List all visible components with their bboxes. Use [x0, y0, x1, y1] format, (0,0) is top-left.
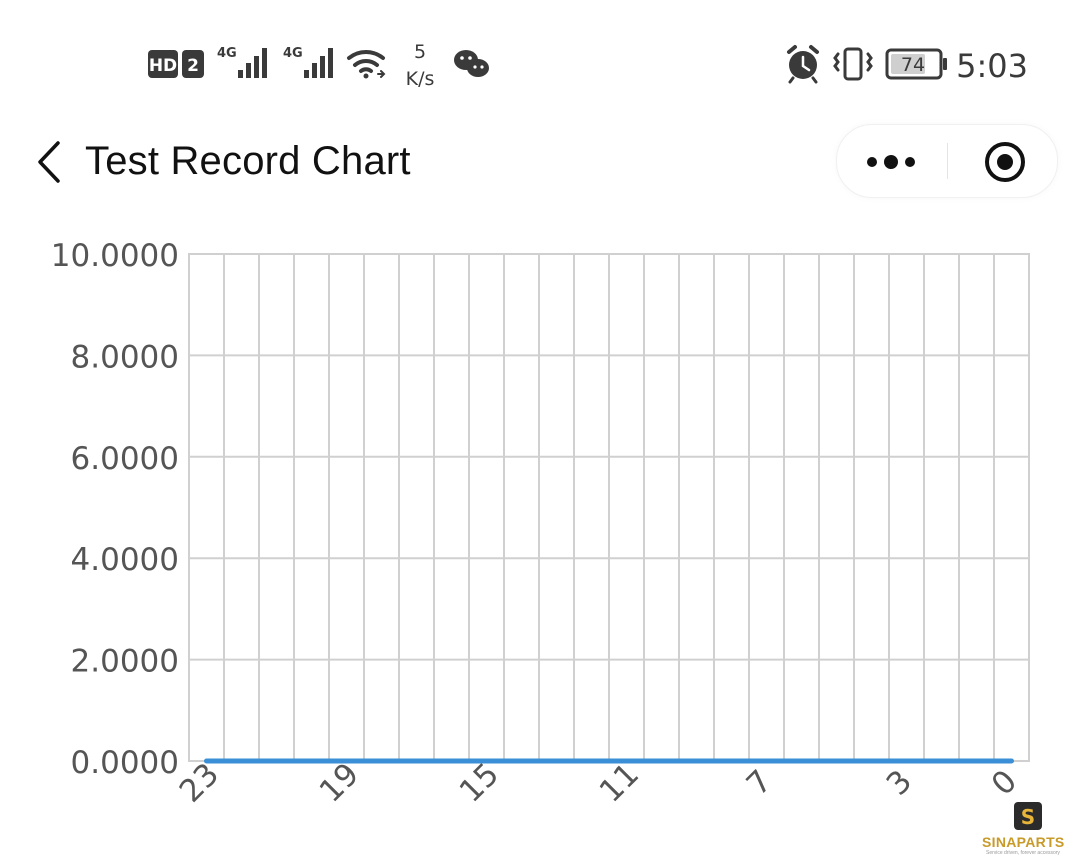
- x-tick-label: 0: [985, 763, 1024, 802]
- clock-time: 5:03: [956, 47, 1028, 85]
- svg-text:S: S: [1021, 805, 1035, 829]
- x-tick-label: 11: [593, 756, 646, 809]
- navigation-bar: Test Record Chart: [0, 115, 1080, 210]
- y-tick-label: 6.0000: [71, 441, 179, 477]
- status-bar: HD 2 4G 4G 5 K/s 74 5:03: [0, 0, 1080, 120]
- x-tick-label: 7: [740, 763, 779, 802]
- close-mini-program-button[interactable]: [948, 125, 1057, 197]
- wifi-icon: [347, 50, 386, 79]
- sim-slot-text: 2: [187, 56, 199, 76]
- x-tick-label: 3: [880, 763, 919, 802]
- mini-program-capsule: [836, 124, 1058, 198]
- y-tick-label: 0.0000: [71, 745, 179, 781]
- speed-value: 5: [414, 41, 426, 63]
- watermark-brand: SINAPARTS: [982, 834, 1065, 850]
- y-tick-label: 4.0000: [71, 542, 179, 578]
- close-target-icon: [985, 142, 1025, 182]
- page-title: Test Record Chart: [85, 139, 411, 183]
- sinaparts-logo-icon: S: [1014, 802, 1042, 830]
- signal-icon: 4G: [217, 46, 267, 78]
- y-tick-label: 2.0000: [71, 644, 179, 680]
- more-dots-icon: [867, 155, 915, 169]
- test-record-chart: 10.0000 8.0000 6.0000 4.0000 2.0000 0.0000 23 1…: [0, 220, 1080, 859]
- network-1-label: 4G: [217, 46, 237, 61]
- x-tick-label: 23: [173, 756, 226, 809]
- x-tick-label: 15: [453, 756, 506, 809]
- back-arrow-icon[interactable]: [30, 139, 70, 185]
- line-chart-svg: 10.0000 8.0000 6.0000 4.0000 2.0000 0.000023 1…: [51, 238, 1030, 810]
- y-tick-label: 8.0000: [71, 339, 179, 375]
- speed-unit: K/s: [406, 68, 435, 90]
- y-tick-label: 10.0000: [51, 238, 179, 274]
- x-tick-label: 19: [313, 756, 366, 809]
- battery-icon: 74: [885, 48, 947, 80]
- vibrate-icon: [833, 47, 873, 81]
- wechat-icon: [454, 50, 489, 77]
- signal-2-icon: 4G: [283, 46, 333, 78]
- status-bar-icons: HD 2 4G 4G 5 K/s 74 5:03: [148, 41, 1028, 90]
- watermark-tagline: Service driven, forever accessory: [986, 850, 1060, 856]
- more-menu-button[interactable]: [837, 125, 947, 197]
- alarm-icon: [787, 45, 819, 84]
- brand-watermark: S SINAPARTS Service driven, forever acce…: [980, 802, 1076, 856]
- network-2-label: 4G: [283, 46, 303, 61]
- hd-badge-text: HD: [149, 56, 177, 76]
- battery-percent: 74: [901, 54, 925, 76]
- hd-icon: HD 2: [148, 50, 204, 78]
